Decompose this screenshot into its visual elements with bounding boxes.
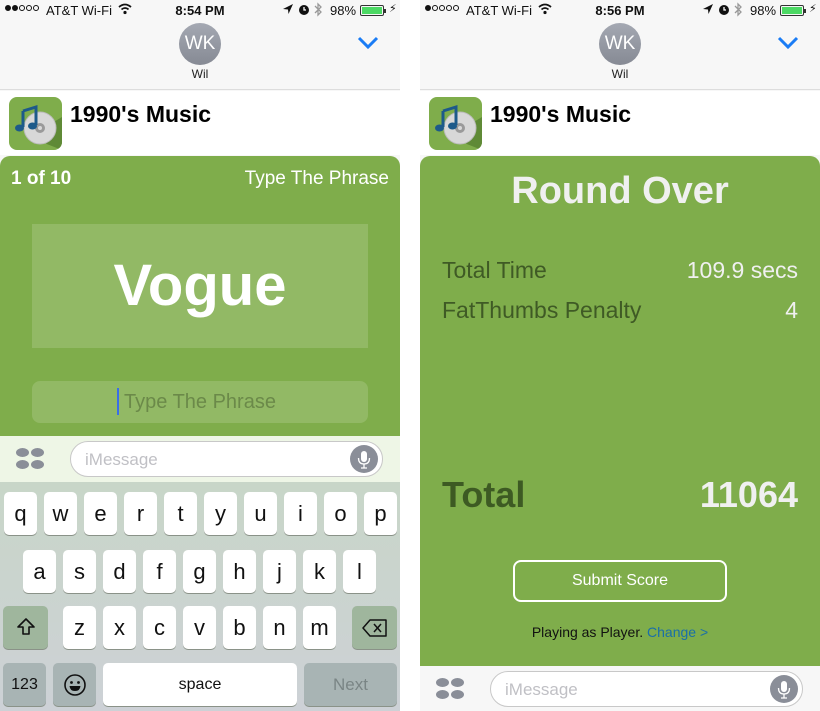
key-l[interactable]: l [343, 550, 376, 593]
penalty-value: 4 [785, 297, 798, 323]
bluetooth-icon [313, 2, 323, 20]
key-m[interactable]: m [303, 606, 336, 649]
total-time-label: Total Time [442, 257, 547, 283]
battery-icon [780, 5, 806, 16]
emoji-key[interactable] [53, 663, 96, 706]
location-arrow-icon [282, 2, 294, 19]
imessage-field[interactable] [70, 441, 383, 477]
app-header: 1990's Music [0, 91, 400, 155]
backspace-icon [361, 619, 387, 637]
key-e[interactable]: e [84, 492, 117, 535]
text-cursor [117, 388, 119, 415]
contact-name[interactable]: Wil [420, 67, 820, 81]
emoji-icon [63, 674, 86, 696]
key-g[interactable]: g [183, 550, 216, 593]
key-i[interactable]: i [284, 492, 317, 535]
key-s[interactable]: s [63, 550, 96, 593]
chevron-down-icon[interactable] [357, 36, 379, 50]
key-a[interactable]: a [23, 550, 56, 593]
app-title: 1990's Music [490, 101, 631, 127]
game-panel: 1 of 10 Type The Phrase Vogue [0, 156, 400, 436]
right-screen: AT&T Wi-Fi 8:56 PM 98% ⚡ WK Wil 1990's M… [420, 0, 820, 711]
imessage-field[interactable] [490, 671, 803, 707]
alarm-icon [297, 2, 311, 19]
key-p[interactable]: p [364, 492, 397, 535]
shift-icon [16, 618, 35, 635]
contact-avatar[interactable]: WK [599, 23, 641, 65]
app-drawer-icon[interactable] [16, 448, 46, 470]
key-h[interactable]: h [223, 550, 256, 593]
space-key[interactable]: space [103, 663, 297, 706]
key-d[interactable]: d [103, 550, 136, 593]
key-w[interactable]: w [44, 492, 77, 535]
location-arrow-icon [702, 2, 714, 19]
next-key[interactable]: Next [304, 663, 397, 706]
total-time-value: 109.9 secs [686, 257, 798, 283]
keyboard: q w e r t y u i o p a s d f g h j k l z … [0, 482, 400, 711]
app-drawer-icon[interactable] [436, 678, 466, 700]
key-z[interactable]: z [63, 606, 96, 649]
key-c[interactable]: c [143, 606, 176, 649]
numbers-key[interactable]: 123 [3, 663, 46, 706]
playing-as-text: Playing as Player. [531, 624, 644, 640]
key-x[interactable]: x [103, 606, 136, 649]
key-f[interactable]: f [143, 550, 176, 593]
left-screen: AT&T Wi-Fi 8:54 PM 98% ⚡ WK Wil 1990's M… [0, 0, 400, 711]
app-title: 1990's Music [70, 101, 211, 127]
music-cd-app-icon [429, 97, 482, 150]
app-header: 1990's Music [420, 91, 820, 155]
shift-key[interactable] [3, 606, 48, 649]
bluetooth-icon [733, 2, 743, 20]
key-j[interactable]: j [263, 550, 296, 593]
total-score: 11064 [699, 474, 798, 515]
charging-icon: ⚡ [809, 3, 817, 15]
key-q[interactable]: q [4, 492, 37, 535]
key-y[interactable]: y [204, 492, 237, 535]
key-k[interactable]: k [303, 550, 336, 593]
key-t[interactable]: t [164, 492, 197, 535]
results-panel: Round Over Total Time 109.9 secs FatThum… [420, 156, 820, 666]
battery-icon [360, 5, 386, 16]
round-over-title: Round Over [511, 170, 729, 212]
battery-percent: 98% [750, 3, 777, 18]
key-v[interactable]: v [183, 606, 216, 649]
microphone-icon[interactable] [770, 675, 798, 703]
total-time-row: Total Time 109.9 secs [442, 257, 798, 284]
target-phrase: Vogue [32, 224, 368, 348]
key-u[interactable]: u [244, 492, 277, 535]
key-n[interactable]: n [263, 606, 296, 649]
status-bar: AT&T Wi-Fi 8:54 PM 98% ⚡ [0, 0, 400, 22]
microphone-icon[interactable] [350, 445, 378, 473]
player-info: Playing as Player. Change > [420, 624, 820, 640]
conversation-header: WK Wil [0, 22, 400, 90]
contact-name[interactable]: Wil [0, 67, 400, 81]
imessage-bar [0, 436, 400, 482]
change-player-link[interactable]: Change > [647, 624, 708, 640]
game-mode-label: Type The Phrase [244, 168, 389, 189]
key-o[interactable]: o [324, 492, 357, 535]
imessage-bar [420, 666, 820, 711]
imessage-input[interactable] [85, 449, 345, 471]
submit-score-button[interactable]: Submit Score [513, 560, 727, 602]
battery-percent: 98% [330, 3, 357, 18]
status-bar: AT&T Wi-Fi 8:56 PM 98% ⚡ [420, 0, 820, 22]
penalty-row: FatThumbs Penalty 4 [442, 297, 798, 324]
phrase-input[interactable] [32, 381, 368, 423]
contact-avatar[interactable]: WK [179, 23, 221, 65]
music-cd-app-icon [9, 97, 62, 150]
conversation-header: WK Wil [420, 22, 820, 90]
alarm-icon [717, 2, 731, 19]
key-r[interactable]: r [124, 492, 157, 535]
round-counter: 1 of 10 [11, 168, 72, 189]
delete-key[interactable] [352, 606, 397, 649]
total-label: Total [442, 474, 526, 515]
charging-icon: ⚡ [389, 3, 397, 15]
total-score-row: Total 11064 [442, 474, 798, 516]
chevron-down-icon[interactable] [777, 36, 799, 50]
key-b[interactable]: b [223, 606, 256, 649]
penalty-label: FatThumbs Penalty [442, 297, 642, 323]
imessage-input[interactable] [505, 679, 765, 701]
